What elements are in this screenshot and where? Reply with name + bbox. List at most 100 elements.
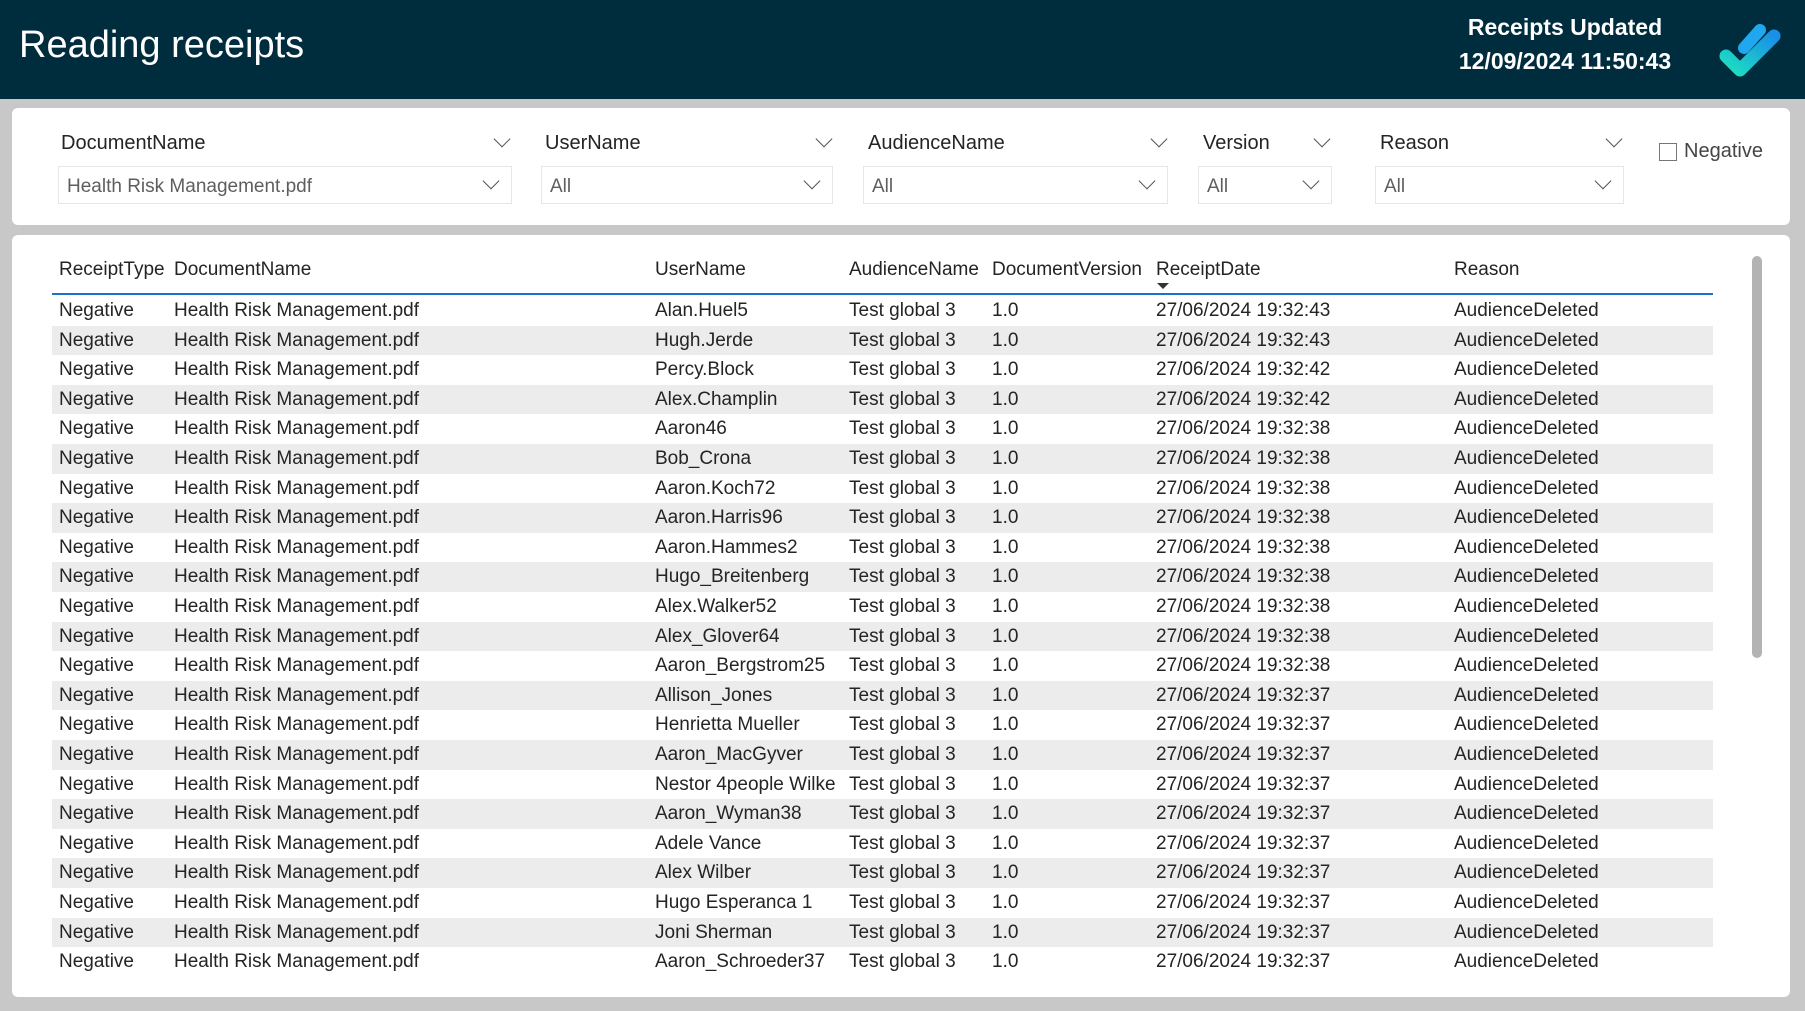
table-row[interactable]: Negative Health Risk Management.pdf Aaron4… bbox=[52, 414, 1713, 444]
filter-reason-dropdown[interactable]: All bbox=[1375, 166, 1624, 204]
cell-document-name: Health Risk Management.pdf bbox=[174, 655, 420, 677]
cell-receipt-date: 27/06/2024 19:32:37 bbox=[1156, 832, 1331, 854]
cell-reason: AudienceDeleted bbox=[1454, 655, 1599, 677]
cell-user-name: Aaron_Schroeder37 bbox=[655, 951, 826, 973]
cell-receipt-type: Negative bbox=[59, 536, 134, 558]
table-row[interactable]: Negative Health Risk Management.pdf Hugo E… bbox=[52, 888, 1713, 918]
cell-user-name: Adele Vance bbox=[655, 832, 762, 854]
cell-document-name: Health Risk Management.pdf bbox=[174, 832, 420, 854]
cell-receipt-type: Negative bbox=[59, 448, 134, 469]
cell-reason: AudienceDeleted bbox=[1454, 951, 1599, 973]
cell-receipt-type: Negative bbox=[59, 596, 134, 617]
cell-reason: AudienceDeleted bbox=[1454, 448, 1599, 469]
header-bar: Reading receipts Receipts Updated 12/09/… bbox=[0, 0, 1805, 99]
cell-document-version: 1.0 bbox=[992, 448, 1019, 469]
cell-reason: AudienceDeleted bbox=[1454, 507, 1599, 529]
filter-documentname-dropdown[interactable]: Health Risk Management.pdf bbox=[58, 166, 512, 204]
table-row[interactable]: Negative Health Risk Management.pdf Aaron_… bbox=[52, 799, 1713, 829]
cell-receipt-date: 27/06/2024 19:32:38 bbox=[1156, 655, 1331, 677]
cell-audience-name: Test global 3 bbox=[849, 892, 956, 913]
table-row[interactable]: Negative Health Risk Management.pdf Alex.W… bbox=[52, 592, 1713, 622]
cell-receipt-date: 27/06/2024 19:32:38 bbox=[1156, 596, 1331, 617]
filter-username-label: UserName bbox=[545, 132, 641, 154]
table-row[interactable]: Negative Health Risk Management.pdf Alex.C… bbox=[52, 384, 1713, 415]
cell-reason: AudienceDeleted bbox=[1454, 566, 1599, 588]
cell-document-name: Health Risk Management.pdf bbox=[174, 773, 420, 795]
cell-reason: AudienceDeleted bbox=[1454, 892, 1599, 913]
table-row[interactable]: Negative Health Risk Management.pdf Adele … bbox=[52, 829, 1713, 859]
cell-audience-name: Test global 3 bbox=[849, 300, 956, 321]
table-row[interactable]: Negative Health Risk Management.pdf Aaron.… bbox=[52, 533, 1713, 563]
filter-audiencename-dropdown[interactable]: All bbox=[863, 166, 1168, 204]
cell-receipt-type: Negative bbox=[59, 921, 134, 943]
table-row[interactable]: Negative Health Risk Management.pdf Joni S… bbox=[52, 917, 1713, 948]
table-row[interactable]: Negative Health Risk Management.pdf Alex W… bbox=[52, 858, 1713, 888]
cell-audience-name: Test global 3 bbox=[849, 596, 956, 617]
column-header-reason[interactable]: Reason bbox=[1454, 259, 1520, 281]
table-row[interactable]: Negative Health Risk Management.pdf Aaron_… bbox=[52, 651, 1713, 681]
filter-documentname-label: DocumentName bbox=[61, 132, 206, 154]
cell-document-name: Health Risk Management.pdf bbox=[174, 329, 420, 351]
column-header-receipttype[interactable]: ReceiptType bbox=[59, 259, 165, 281]
table-row[interactable]: Negative Health Risk Management.pdf Bob_Cr… bbox=[52, 444, 1713, 474]
cell-document-version: 1.0 bbox=[992, 596, 1019, 617]
page-title: Reading receipts bbox=[19, 24, 305, 66]
column-header-receiptdate[interactable]: ReceiptDate bbox=[1156, 259, 1261, 281]
column-header-documentversion[interactable]: DocumentVersion bbox=[992, 259, 1142, 281]
cell-user-name: Aaron_MacGyver bbox=[655, 744, 803, 765]
cell-document-name: Health Risk Management.pdf bbox=[174, 566, 420, 588]
cell-user-name: Allison_Jones bbox=[655, 684, 773, 706]
column-header-audiencename[interactable]: AudienceName bbox=[849, 259, 979, 281]
cell-audience-name: Test global 3 bbox=[849, 951, 956, 973]
cell-audience-name: Test global 3 bbox=[849, 329, 956, 351]
filter-username-value: All bbox=[550, 176, 572, 197]
cell-reason: AudienceDeleted bbox=[1454, 329, 1599, 351]
table-row[interactable]: Negative Health Risk Management.pdf Alliso… bbox=[52, 680, 1713, 711]
table-row[interactable]: Negative Health Risk Management.pdf Nestor… bbox=[52, 770, 1713, 800]
vertical-scrollbar[interactable] bbox=[1752, 256, 1762, 658]
cell-receipt-date: 27/06/2024 19:32:38 bbox=[1156, 625, 1331, 647]
cell-audience-name: Test global 3 bbox=[849, 803, 956, 825]
table-row[interactable]: Negative Health Risk Management.pdf Aaron_… bbox=[52, 947, 1713, 977]
column-header-username[interactable]: UserName bbox=[655, 259, 746, 281]
cell-receipt-type: Negative bbox=[59, 625, 134, 647]
table-row[interactable]: Negative Health Risk Management.pdf Hugh.J… bbox=[52, 325, 1713, 356]
cell-document-name: Health Risk Management.pdf bbox=[174, 921, 420, 943]
table-row[interactable]: Negative Health Risk Management.pdf Aaron.… bbox=[52, 503, 1713, 533]
cell-document-version: 1.0 bbox=[992, 536, 1019, 558]
cell-receipt-date: 27/06/2024 19:32:38 bbox=[1156, 507, 1331, 529]
negative-checkbox[interactable] bbox=[1659, 143, 1677, 161]
cell-receipt-date: 27/06/2024 19:32:38 bbox=[1156, 418, 1331, 440]
table-row[interactable]: Negative Health Risk Management.pdf Henrie… bbox=[52, 710, 1713, 740]
column-header-documentname[interactable]: DocumentName bbox=[174, 259, 311, 281]
cell-reason: AudienceDeleted bbox=[1454, 388, 1599, 410]
cell-document-name: Health Risk Management.pdf bbox=[174, 300, 420, 321]
table-row[interactable]: Negative Health Risk Management.pdf Alex_G… bbox=[52, 621, 1713, 652]
chevron-down-icon bbox=[1302, 172, 1320, 190]
cell-document-name: Health Risk Management.pdf bbox=[174, 388, 420, 410]
cell-audience-name: Test global 3 bbox=[849, 625, 956, 647]
cell-document-version: 1.0 bbox=[992, 418, 1019, 440]
cell-user-name: Alan.Huel5 bbox=[655, 300, 748, 321]
cell-receipt-type: Negative bbox=[59, 744, 134, 765]
cell-receipt-date: 27/06/2024 19:32:37 bbox=[1156, 862, 1331, 884]
filter-username-dropdown[interactable]: All bbox=[541, 166, 833, 204]
table-row[interactable]: Negative Health Risk Management.pdf Aaron_… bbox=[52, 740, 1713, 770]
table-row[interactable]: Negative Health Risk Management.pdf Hugo_B… bbox=[52, 562, 1713, 592]
cell-audience-name: Test global 3 bbox=[849, 388, 956, 410]
filter-version-dropdown[interactable]: All bbox=[1198, 166, 1332, 204]
chevron-down-icon bbox=[1594, 172, 1612, 190]
filter-reason-label: Reason bbox=[1380, 132, 1449, 154]
cell-receipt-type: Negative bbox=[59, 329, 134, 351]
cell-document-name: Health Risk Management.pdf bbox=[174, 684, 420, 706]
table-row[interactable]: Negative Health Risk Management.pdf Aaron.… bbox=[52, 474, 1713, 504]
table-row[interactable]: Negative Health Risk Management.pdf Alan.H… bbox=[52, 296, 1713, 326]
cell-user-name: Alex.Walker52 bbox=[655, 596, 777, 617]
cell-receipt-type: Negative bbox=[59, 300, 134, 321]
table-row[interactable]: Negative Health Risk Management.pdf Percy.… bbox=[52, 355, 1713, 385]
cell-receipt-date: 27/06/2024 19:32:42 bbox=[1156, 359, 1331, 381]
cell-document-version: 1.0 bbox=[992, 684, 1019, 706]
cell-reason: AudienceDeleted bbox=[1454, 536, 1599, 558]
cell-receipt-type: Negative bbox=[59, 566, 134, 588]
cell-audience-name: Test global 3 bbox=[849, 566, 956, 588]
